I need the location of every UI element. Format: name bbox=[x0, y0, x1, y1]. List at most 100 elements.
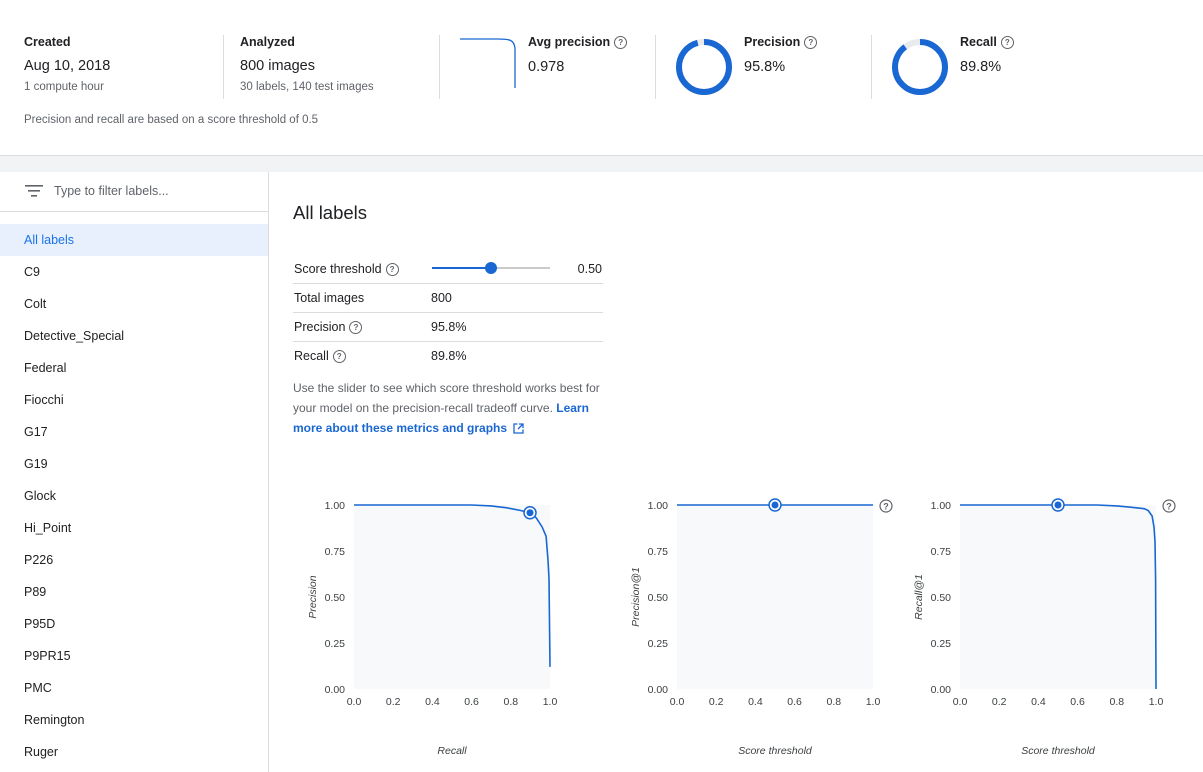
precision-ring-arc bbox=[676, 39, 732, 95]
precision-row: Precision? 95.8% bbox=[293, 313, 603, 342]
threshold-note: Precision and recall are based on a scor… bbox=[24, 114, 319, 126]
recall-value: 89.8% bbox=[960, 59, 1002, 75]
y-axis-label: Precision bbox=[307, 575, 319, 618]
x-axis-label: Score threshold bbox=[1021, 745, 1096, 757]
help-icon[interactable]: ? bbox=[614, 36, 628, 49]
filter-icon bbox=[25, 185, 43, 197]
label-list: All labels C9 Colt Detective_Special Federal… bbox=[0, 224, 268, 768]
precision-label-text: Precision bbox=[294, 320, 346, 334]
x-tick-label: 1.0 bbox=[1149, 696, 1164, 708]
label-item[interactable]: Federal bbox=[0, 352, 268, 384]
x-tick-label: 0.6 bbox=[1070, 696, 1085, 708]
y-tick-label: 0.25 bbox=[325, 638, 346, 650]
plot-area bbox=[354, 505, 550, 689]
x-tick-label: 0.8 bbox=[1109, 696, 1124, 708]
label-item[interactable]: P226 bbox=[0, 544, 268, 576]
label-detail-panel: All labels Score threshold? 0.50 Total i… bbox=[269, 172, 1203, 772]
precision-ring bbox=[676, 39, 732, 95]
help-icon[interactable]: ? bbox=[385, 263, 399, 276]
y-tick-label: 0.75 bbox=[931, 546, 952, 558]
label-item[interactable]: Hi_Point bbox=[0, 512, 268, 544]
score-threshold-slider[interactable] bbox=[432, 262, 550, 274]
x-tick-label: 0.4 bbox=[1031, 696, 1046, 708]
label-item[interactable]: Remington bbox=[0, 704, 268, 736]
y-axis-label: Recall@1 bbox=[913, 574, 925, 620]
y-tick-label: 0.50 bbox=[325, 592, 346, 604]
plot-area bbox=[960, 505, 1156, 689]
y-tick-label: 0.50 bbox=[648, 592, 669, 604]
total-images-row: Total images 800 bbox=[293, 284, 603, 313]
score-threshold-label-text: Score threshold bbox=[294, 262, 382, 276]
help-icon[interactable]: ? bbox=[804, 36, 818, 49]
avg-precision-title: Avg precision? bbox=[528, 35, 628, 49]
explanation-text: Use the slider to see which score thresh… bbox=[293, 381, 600, 415]
label-filter bbox=[0, 172, 268, 212]
slider-handle[interactable] bbox=[485, 262, 497, 274]
metrics-table: Score threshold? 0.50 Total images 800 P… bbox=[293, 255, 603, 370]
x-tick-label: 0.8 bbox=[826, 696, 841, 708]
label-item[interactable]: C9 bbox=[0, 256, 268, 288]
label-item[interactable]: Glock bbox=[0, 480, 268, 512]
help-icon[interactable]: ? bbox=[1000, 36, 1014, 49]
y-tick-label: 0.50 bbox=[931, 592, 952, 604]
label-item[interactable]: PMC bbox=[0, 672, 268, 704]
y-tick-label: 0.00 bbox=[325, 684, 346, 696]
label-item[interactable]: All labels bbox=[0, 224, 268, 256]
label-item[interactable]: Detective_Special bbox=[0, 320, 268, 352]
recall-label-text: Recall bbox=[294, 349, 329, 363]
created-title: Created bbox=[24, 35, 71, 49]
x-tick-label: 0.0 bbox=[953, 696, 968, 708]
evaluation-summary: Created Aug 10, 2018 1 compute hour Anal… bbox=[0, 0, 1203, 155]
y-tick-label: 1.00 bbox=[325, 500, 346, 512]
label-item[interactable]: Colt bbox=[0, 288, 268, 320]
recall-title: Recall? bbox=[960, 35, 1014, 49]
total-images-value: 800 bbox=[431, 291, 452, 305]
x-tick-label: 0.2 bbox=[992, 696, 1007, 708]
help-icon[interactable]: ? bbox=[332, 350, 346, 363]
created-value: Aug 10, 2018 bbox=[24, 58, 111, 74]
divider bbox=[655, 35, 656, 99]
divider bbox=[439, 35, 440, 99]
svg-text:?: ? bbox=[883, 502, 889, 512]
x-tick-label: 0.4 bbox=[748, 696, 763, 708]
x-tick-label: 0.8 bbox=[503, 696, 518, 708]
help-icon[interactable]: ? bbox=[349, 321, 363, 334]
recall-metric-value: 89.8% bbox=[431, 349, 467, 363]
y-tick-label: 0.75 bbox=[648, 546, 669, 558]
y-tick-label: 0.25 bbox=[648, 638, 669, 650]
threshold-marker-dot bbox=[771, 501, 779, 509]
x-tick-label: 1.0 bbox=[543, 696, 558, 708]
help-icon[interactable]: ? bbox=[1162, 499, 1176, 513]
recall-ring bbox=[892, 39, 948, 95]
avg-precision-title-text: Avg precision bbox=[528, 35, 611, 49]
recall-title-text: Recall bbox=[960, 35, 997, 49]
score-threshold-row: Score threshold? 0.50 bbox=[293, 255, 603, 284]
analyzed-title: Analyzed bbox=[240, 35, 295, 49]
label-item[interactable]: G19 bbox=[0, 448, 268, 480]
score-threshold-value: 0.50 bbox=[577, 262, 602, 276]
label-item[interactable]: P89 bbox=[0, 576, 268, 608]
x-tick-label: 1.0 bbox=[866, 696, 881, 708]
labels-sidebar: All labelsC9ColtDetective_SpecialFederal… bbox=[0, 172, 269, 772]
label-item[interactable]: Fiocchi bbox=[0, 384, 268, 416]
label-item[interactable]: Ruger bbox=[0, 736, 268, 768]
precision-value: 95.8% bbox=[744, 59, 786, 75]
svg-text:?: ? bbox=[1166, 502, 1172, 512]
precision-threshold-chart: 0.00 0.25 0.50 0.75 1.00 0.0 0.2 0.4 0.6 0.8 1.0 Sc… bbox=[630, 498, 893, 757]
label-item[interactable]: P9PR15 bbox=[0, 640, 268, 672]
y-tick-label: 0.00 bbox=[648, 684, 669, 696]
recall-row: Recall? 89.8% bbox=[293, 342, 603, 370]
filter-labels-input[interactable] bbox=[54, 182, 254, 200]
x-tick-label: 0.2 bbox=[386, 696, 401, 708]
x-tick-label: 0.6 bbox=[464, 696, 479, 708]
label-item[interactable]: P95D bbox=[0, 608, 268, 640]
y-tick-label: 0.25 bbox=[931, 638, 952, 650]
created-sub: 1 compute hour bbox=[24, 81, 104, 93]
score-threshold-label: Score threshold? bbox=[294, 262, 399, 276]
precision-recall-chart: 0.00 0.25 0.50 0.75 1.00 0.0 0.2 0.4 0.6 0.8 1.0 Re… bbox=[307, 500, 558, 757]
x-tick-label: 0.6 bbox=[787, 696, 802, 708]
help-icon[interactable]: ? bbox=[879, 499, 893, 513]
recall-threshold-chart: 0.00 0.25 0.50 0.75 1.00 0.0 0.2 0.4 0.6 0.8 1.0 Sc… bbox=[913, 498, 1176, 757]
x-tick-label: 0.2 bbox=[709, 696, 724, 708]
label-item[interactable]: G17 bbox=[0, 416, 268, 448]
